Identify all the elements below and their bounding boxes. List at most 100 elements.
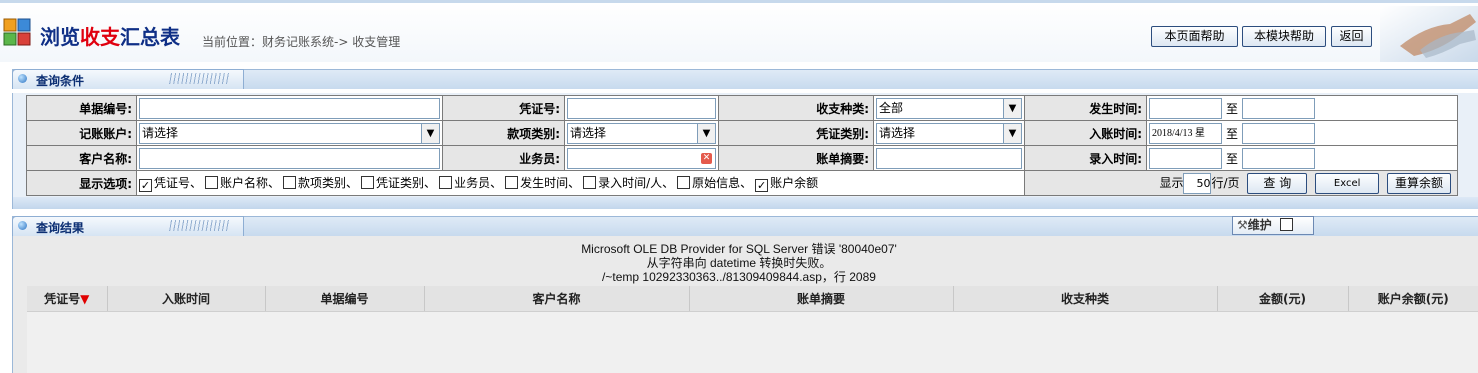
display-option-label: 凭证类别、 [376, 176, 437, 190]
section-bullet-icon [18, 74, 27, 83]
col-post-time[interactable]: 入账时间 [107, 286, 266, 311]
page-title: 浏览收支汇总表 [40, 25, 180, 49]
display-option-checkbox[interactable] [205, 176, 219, 189]
handshake-decoration-icon [1380, 6, 1478, 62]
salesman-input[interactable]: ✕ [567, 147, 716, 169]
query-section-bar: 查询条件 [12, 69, 1478, 89]
page-header: 浏览收支汇总表 当前位置：财务记账系统-> 收支管理 本页面帮助 本模块帮助 返… [0, 0, 1478, 62]
col-customer[interactable]: 客户名称 [424, 286, 690, 311]
display-option-label: 账户名称、 [220, 176, 281, 190]
module-help-button[interactable]: 本模块帮助 [1242, 26, 1326, 47]
customer-input[interactable] [139, 147, 440, 169]
customer-label: 客户名称: [26, 145, 137, 171]
col-balance[interactable]: 账户余额(元) [1348, 286, 1478, 311]
occur-time-to-input[interactable] [1242, 97, 1316, 119]
error-line: /~temp 10292330363../81309409844.asp，行 2… [602, 270, 876, 284]
paging-controls: 显示 50行/页 查 询 Excel 重算余额 [1024, 170, 1458, 196]
voucher-no-input[interactable] [567, 97, 716, 119]
post-time-from-input[interactable]: 2018/4/13 星 [1149, 122, 1222, 144]
doc-no-label: 单据编号: [26, 95, 137, 121]
page-help-button[interactable]: 本页面帮助 [1151, 26, 1238, 47]
maintain-toggle[interactable]: ⚒维护 [1232, 216, 1314, 235]
display-option[interactable]: 录入时间/人、 [583, 176, 674, 190]
display-option[interactable]: 业务员、 [439, 176, 502, 190]
display-option-checkbox[interactable] [677, 176, 691, 189]
tab-stripes-decoration [168, 73, 230, 84]
clear-icon[interactable]: ✕ [701, 152, 712, 164]
doc-no-input[interactable] [139, 97, 440, 119]
maintain-label: 维护 [1247, 218, 1272, 232]
occur-time-from-input[interactable] [1149, 97, 1222, 119]
to-text: 至 [1226, 151, 1239, 166]
display-option[interactable]: 发生时间、 [505, 176, 580, 190]
post-time-to-input[interactable] [1242, 122, 1316, 144]
search-button[interactable]: 查 询 [1247, 172, 1308, 194]
display-option-checkbox[interactable] [439, 176, 453, 189]
entry-time-from-input[interactable] [1149, 147, 1222, 169]
display-option-label: 凭证号、 [154, 176, 203, 190]
display-option-checkbox[interactable]: ✓ [139, 179, 152, 192]
voucher-type-select[interactable]: 请选择 ▼ [876, 122, 1022, 144]
excel-button[interactable]: Excel [1315, 172, 1380, 194]
col-amount[interactable]: 金额(元) [1217, 286, 1349, 311]
col-doc-no[interactable]: 单据编号 [265, 286, 425, 311]
error-line: 从字符串向 datetime 转换时失败。 [646, 256, 832, 270]
query-section-title: 查询条件 [36, 74, 85, 88]
voucher-type-label: 凭证类别: [718, 120, 874, 146]
occur-time-label: 发生时间: [1024, 95, 1147, 121]
display-option-label: 原始信息、 [692, 176, 753, 190]
recalc-balance-button[interactable]: 重算余额 [1387, 172, 1451, 194]
error-message: Microsoft OLE DB Provider for SQL Server… [0, 242, 1478, 284]
item-type-value: 请选择 [570, 125, 607, 140]
display-options: ✓ 凭证号、 账户名称、 款项类别、 凭证类别、 业务员、 发生时间、 录入时间/人、 原始信息… [136, 170, 1025, 196]
chevron-down-icon[interactable]: ▼ [697, 123, 715, 143]
account-value: 请选择 [142, 125, 179, 140]
page-size-input[interactable]: 50 [1183, 172, 1212, 194]
tools-icon: ⚒ [1237, 218, 1248, 232]
account-select[interactable]: 请选择 ▼ [139, 122, 440, 144]
col-io-type[interactable]: 收支种类 [953, 286, 1218, 311]
section-bullet-icon [18, 221, 27, 230]
display-option[interactable]: ✓ 凭证号、 [139, 176, 203, 192]
to-text: 至 [1226, 101, 1239, 116]
display-option[interactable]: 账户名称、 [205, 176, 280, 190]
display-option-label: 款项类别、 [298, 176, 359, 190]
display-option[interactable]: 款项类别、 [283, 176, 358, 190]
display-option-checkbox[interactable] [283, 176, 297, 189]
display-option-checkbox[interactable] [361, 176, 375, 189]
voucher-no-label: 凭证号: [442, 95, 565, 121]
col-summary[interactable]: 账单摘要 [689, 286, 954, 311]
io-type-select[interactable]: 全部 ▼ [876, 97, 1022, 119]
display-option-label: 录入时间/人、 [598, 176, 675, 190]
item-type-select[interactable]: 请选择 ▼ [567, 122, 716, 144]
back-button[interactable]: 返回 [1331, 26, 1372, 47]
col-voucher-no[interactable]: 凭证号▼ [27, 286, 108, 311]
item-type-label: 款项类别: [442, 120, 565, 146]
display-option[interactable]: ✓ 账户余额 [755, 176, 819, 192]
display-option-label: 账户余额 [770, 176, 819, 190]
chevron-down-icon[interactable]: ▼ [421, 123, 439, 143]
display-option-checkbox[interactable] [505, 176, 519, 189]
display-option-checkbox[interactable]: ✓ [755, 179, 769, 192]
results-section-title: 查询结果 [36, 221, 85, 235]
account-label: 记账账户: [26, 120, 137, 146]
chevron-down-icon[interactable]: ▼ [1003, 98, 1021, 118]
voucher-type-value: 请选择 [879, 125, 916, 140]
summary-input[interactable] [876, 147, 1022, 169]
results-table-header: 凭证号▼ 入账时间 单据编号 客户名称 账单摘要 收支种类 金额(元) 账户余额… [27, 286, 1478, 311]
entry-time-to-input[interactable] [1242, 147, 1316, 169]
display-option[interactable]: 原始信息、 [677, 176, 752, 190]
display-option-label: 发生时间、 [520, 176, 581, 190]
chevron-down-icon[interactable]: ▼ [1003, 123, 1021, 143]
io-type-value: 全部 [879, 100, 904, 115]
display-option[interactable]: 凭证类别、 [361, 176, 436, 190]
display-option-label: 业务员、 [454, 176, 503, 190]
display-option-checkbox[interactable] [583, 176, 597, 189]
sort-desc-icon[interactable]: ▼ [80, 292, 89, 306]
results-grid-body [27, 311, 1478, 373]
maintain-checkbox[interactable] [1279, 218, 1293, 231]
io-type-label: 收支种类: [718, 95, 874, 121]
app-logo-icon [3, 18, 31, 46]
to-text: 至 [1226, 126, 1239, 141]
tab-stripes-decoration [168, 220, 230, 231]
